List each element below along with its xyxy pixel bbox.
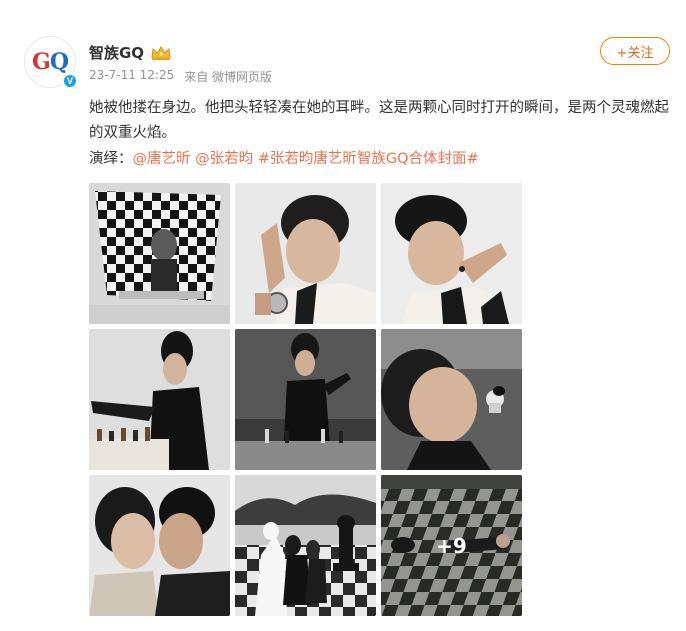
gallery-image[interactable] (89, 329, 230, 470)
gallery-image[interactable] (235, 329, 376, 470)
weibo-post-card: GQ V 智族GQ 23-7-11 12:25 来自 微博网页版 +关注 她被他… (0, 0, 686, 631)
post-meta: 23-7-11 12:25 来自 微博网页版 (89, 68, 272, 85)
mention-link[interactable]: @张若昀 (195, 151, 253, 167)
gallery-image[interactable] (235, 475, 376, 616)
post-source: 来自 微博网页版 (184, 70, 273, 84)
woman-chess-table-icon (89, 329, 230, 470)
image-gallery: +9 (89, 183, 523, 616)
gallery-image[interactable] (235, 183, 376, 324)
gallery-image[interactable] (381, 329, 522, 470)
username[interactable]: 智族GQ (89, 42, 144, 63)
vip-crown-icon[interactable] (150, 45, 172, 61)
gallery-image[interactable] (89, 475, 230, 616)
avatar[interactable]: GQ V (24, 36, 78, 89)
woman-chess-piece-icon (381, 329, 522, 470)
gq-logo: GQ (32, 49, 69, 75)
post-text: 她被他搂在身边。他把头轻轻凑在她的耳畔。这是两颗心同时打开的瞬间，是两个灵魂燃起… (89, 100, 669, 141)
man-earring-icon (381, 183, 522, 324)
follow-button[interactable]: +关注 (600, 37, 670, 65)
verified-icon: V (62, 73, 78, 89)
gallery-image[interactable] (381, 183, 522, 324)
mention-link[interactable]: @唐艺昕 (133, 151, 191, 167)
couple-kiss-icon (89, 475, 230, 616)
post-time[interactable]: 23-7-11 12:25 (89, 68, 174, 85)
woman-dark-room-icon (235, 329, 376, 470)
hashtag-link[interactable]: #张若昀唐艺昕智族GQ合体封面# (258, 151, 479, 167)
more-images-count[interactable]: +9 (381, 475, 522, 616)
gallery-image[interactable] (89, 183, 230, 324)
chessboard-portrait-icon (89, 183, 230, 324)
post-credits: 演绎：@唐艺昕 @张若昀 #张若昀唐艺昕智族GQ合体封面# (89, 147, 479, 172)
credits-label: 演绎： (89, 151, 133, 167)
gallery-image-more[interactable]: +9 (381, 475, 522, 616)
couple-giant-chess-icon (235, 475, 376, 616)
author-row: 智族GQ (89, 42, 172, 63)
man-hand-watch-icon (235, 183, 376, 324)
